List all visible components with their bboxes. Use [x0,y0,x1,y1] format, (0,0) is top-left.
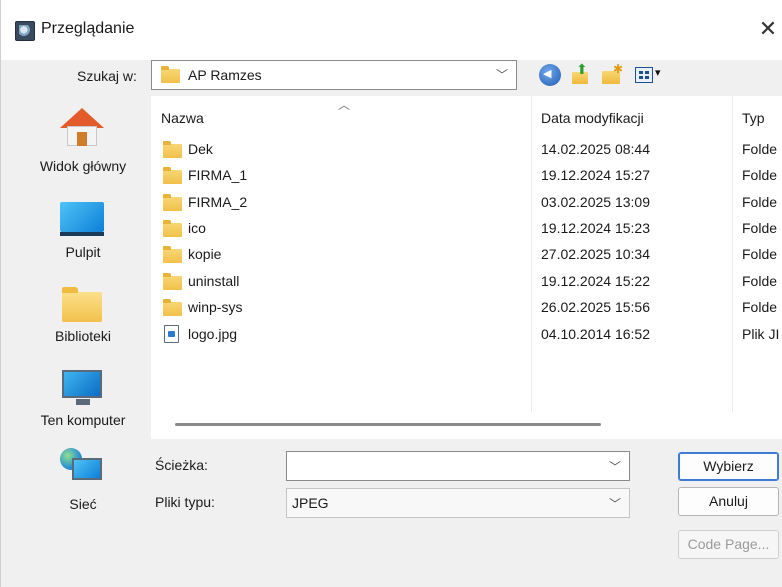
column-header-name[interactable]: Nazwa [161,110,204,126]
place-label: Ten komputer [40,412,126,428]
chevron-down-icon: ﹀ [608,497,621,511]
file-row[interactable]: ico 19.12.2024 15:23 Folde [151,216,782,242]
file-name: winp-sys [188,299,243,315]
file-row[interactable]: uninstall 19.12.2024 15:22 Folde [151,269,782,295]
chevron-down-icon[interactable]: ﹀ [609,458,621,475]
browse-dialog: Przeglądanie ✕ Szukaj w: AP Ramzes ﹀ ⬆ ✱… [0,0,782,587]
file-row[interactable]: kopie 27.02.2025 10:34 Folde [151,242,782,268]
place-computer[interactable]: Ten komputer [15,368,151,448]
file-type: Folde [742,194,778,210]
new-folder-icon[interactable]: ✱ [601,62,623,86]
title-bar: Przeglądanie ✕ [1,0,782,60]
file-date: 26.02.2025 15:56 [541,299,650,315]
path-label: Ścieżka: [155,457,208,473]
cancel-button[interactable]: Anuluj [678,487,779,516]
file-type: Folde [742,220,778,236]
view-menu-icon[interactable]: ▾ [635,64,671,86]
code-page-button[interactable]: Code Page... [678,530,779,559]
file-row[interactable]: FIRMA_2 03.02.2025 13:09 Folde [151,190,782,216]
file-type: Folde [742,246,778,262]
file-date: 19.12.2024 15:22 [541,273,650,289]
file-type: Folde [742,273,778,289]
select-button[interactable]: Wybierz [678,452,779,481]
folder-icon [163,299,182,316]
file-row[interactable]: winp-sys 26.02.2025 15:56 Folde [151,295,782,321]
file-name: kopie [188,246,222,262]
place-home[interactable]: Widok główny [15,100,151,180]
file-type: Folde [742,167,778,183]
filetype-dropdown[interactable]: JPEG ﹀ [286,488,630,518]
back-icon[interactable] [539,64,561,86]
app-icon [15,21,35,41]
place-desktop[interactable]: Pulpit [15,200,151,280]
file-list[interactable]: ︿ Nazwa Data modyfikacji Typ Dek 14.02.2… [151,96,782,439]
file-date: 19.12.2024 15:23 [541,220,650,236]
file-name: logo.jpg [188,326,238,342]
file-row[interactable]: Dek 14.02.2025 08:44 Folde [151,137,782,163]
place-libraries[interactable]: Biblioteki [15,284,151,364]
libraries-icon [62,287,102,322]
places-bar: Widok główny Pulpit Biblioteki Ten kompu… [15,100,151,520]
folder-icon [161,66,180,83]
computer-icon [62,370,102,405]
place-label: Widok główny [39,158,127,174]
place-label: Sieć [69,496,97,512]
up-folder-icon[interactable]: ⬆ [570,62,592,86]
folder-icon [163,220,182,237]
chevron-down-icon: ﹀ [495,68,508,82]
file-name: ico [188,220,206,236]
place-label: Biblioteki [54,328,112,344]
lookin-value: AP Ramzes [188,67,262,83]
file-type: Folde [742,299,778,315]
file-date: 19.12.2024 15:27 [541,167,650,183]
filetype-label: Pliki typu: [155,494,215,510]
place-label: Pulpit [65,244,101,260]
file-date: 27.02.2025 10:34 [541,246,650,262]
home-icon [60,108,104,146]
file-date: 14.02.2025 08:44 [541,141,650,157]
path-input[interactable]: ﹀ [286,451,630,481]
file-name: FIRMA_2 [188,194,248,210]
filetype-value: JPEG [292,495,329,511]
file-name: uninstall [188,273,240,289]
file-row[interactable]: logo.jpg 04.10.2014 16:52 Plik JI [151,322,782,348]
image-file-icon [164,325,179,343]
file-name: Dek [188,141,213,157]
horizontal-scrollbar[interactable] [175,423,601,426]
folder-icon [163,273,182,290]
folder-icon [163,194,182,211]
network-icon [60,448,104,488]
close-icon[interactable]: ✕ [753,10,782,50]
place-network[interactable]: Sieć [15,448,151,528]
file-type: Plik JI [742,326,780,342]
dialog-title: Przeglądanie [41,20,135,37]
column-header-date[interactable]: Data modyfikacji [541,110,644,126]
folder-icon [163,246,182,263]
desktop-icon [60,202,104,236]
file-name: FIRMA_1 [188,167,248,183]
sort-ascending-icon: ︿ [338,98,351,112]
lookin-label: Szukaj w: [77,68,137,84]
file-type: Folde [742,141,778,157]
column-header-type[interactable]: Typ [742,110,765,126]
file-date: 03.02.2025 13:09 [541,194,650,210]
file-row[interactable]: FIRMA_1 19.12.2024 15:27 Folde [151,163,782,189]
folder-icon [163,167,182,184]
folder-icon [163,141,182,158]
file-date: 04.10.2014 16:52 [541,326,650,342]
lookin-dropdown[interactable]: AP Ramzes ﹀ [151,60,517,90]
